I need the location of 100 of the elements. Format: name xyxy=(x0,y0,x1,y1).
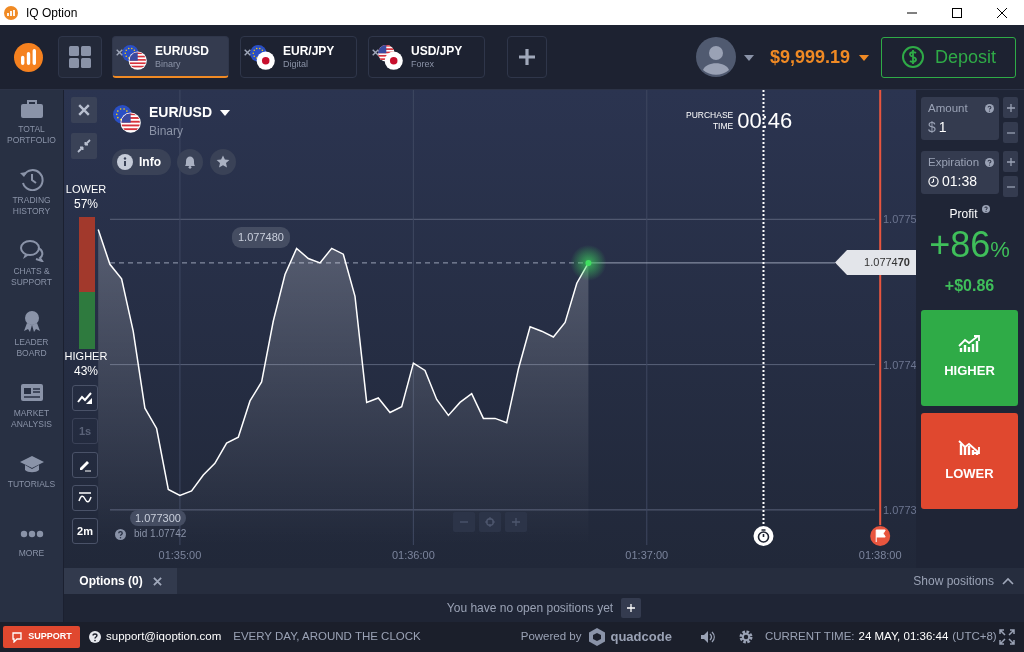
current-time-label: CURRENT TIME: xyxy=(764,629,855,645)
speaker-icon[interactable] xyxy=(699,630,716,644)
support-button[interactable]: SUPPORT xyxy=(3,626,80,648)
empty-positions-message: You have no open positions yet xyxy=(446,600,614,617)
plus-icon xyxy=(512,518,520,526)
currency-pair-icon xyxy=(249,44,275,70)
price-label: 1.077480 xyxy=(232,227,290,248)
axis-label: 1.0773 xyxy=(883,503,916,516)
higher-percent: 43% xyxy=(73,364,99,379)
close-icon xyxy=(152,576,162,586)
asset-type: Binary xyxy=(149,123,183,140)
deposit-button[interactable]: Deposit xyxy=(881,36,1016,78)
decrease-button[interactable] xyxy=(1003,122,1018,143)
deposit-icon xyxy=(901,45,925,69)
plus-icon xyxy=(627,604,636,612)
sidebar-item[interactable]: MORE xyxy=(18,548,45,559)
close-icon xyxy=(996,7,1007,18)
lower-percent: 57% xyxy=(73,197,99,212)
axis-label: 1.0774 xyxy=(883,358,916,371)
axis-label: 01:35:00 xyxy=(158,549,202,561)
decrease-button[interactable] xyxy=(1003,176,1018,197)
quadcode-logo-icon xyxy=(587,627,608,647)
grid-icon xyxy=(69,46,91,68)
options-tab[interactable]: Options (0) xyxy=(64,568,177,594)
lower-button[interactable]: LOWER xyxy=(921,413,1018,509)
bell-icon xyxy=(183,155,197,169)
bid-price: bid 1.07742 xyxy=(134,527,187,541)
maximize-icon xyxy=(951,7,962,18)
sidebar-item[interactable]: CHATS & SUPPORT xyxy=(11,266,52,288)
plus-icon xyxy=(519,49,535,65)
balance[interactable]: $9,999.19 xyxy=(769,43,850,71)
support-hours: EVERY DAY, AROUND THE CLOCK xyxy=(233,629,421,645)
help-icon xyxy=(981,205,990,213)
info-icon xyxy=(117,154,133,170)
higher-label: HIGHER xyxy=(64,349,108,364)
asset-type: Binary xyxy=(155,57,182,70)
current-time: 24 MAY, 01:36:44 xyxy=(858,629,949,645)
close-chart-button[interactable] xyxy=(71,97,97,123)
avatar-icon[interactable] xyxy=(695,37,736,77)
lower-label: LOWER xyxy=(64,182,108,197)
more-icon xyxy=(19,530,44,538)
higher-button[interactable]: HIGHER xyxy=(921,310,1018,406)
logo-icon[interactable] xyxy=(14,42,43,72)
indicators-button[interactable] xyxy=(72,485,98,511)
chart-type-button[interactable] xyxy=(72,385,98,411)
sidebar-item[interactable]: MARKET ANALYSIS xyxy=(11,408,52,430)
axis-label: 01:36:00 xyxy=(391,549,435,561)
current-price-dot xyxy=(570,244,607,281)
collapse-icon xyxy=(77,139,91,153)
timezone: (UTC+8) xyxy=(952,629,997,645)
asset-tab[interactable]: EUR/JPY Digital xyxy=(240,36,357,78)
powered-by-label: Powered by xyxy=(520,629,582,645)
help-icon xyxy=(89,631,101,644)
axis-label: 01:37:00 xyxy=(625,549,669,561)
current-price-label: 1.077470 xyxy=(835,250,916,275)
axis-label: 1.0775 xyxy=(883,213,916,226)
asset-tab[interactable]: USD/JPY Forex xyxy=(368,36,485,78)
currency-pair-icon xyxy=(112,104,141,133)
plus-icon xyxy=(1006,103,1015,112)
asset-pair: USD/JPY xyxy=(411,44,463,58)
falling-chart-icon xyxy=(957,438,982,457)
grid-button[interactable] xyxy=(58,36,102,78)
timeframe-button[interactable]: 2m xyxy=(72,518,98,544)
support-email-link[interactable]: support@iqoption.com xyxy=(106,628,222,646)
profit-percent: +86% xyxy=(928,223,1011,267)
settings-icon[interactable] xyxy=(737,629,754,645)
collapse-button[interactable] xyxy=(71,133,97,159)
asset-title[interactable]: EUR/USD xyxy=(149,102,212,123)
sidebar-item[interactable]: TUTORIALS xyxy=(7,479,56,490)
purchase-time-label: PURCHASE TIME xyxy=(686,109,734,132)
expiration-field[interactable]: Expiration 01:38 xyxy=(921,151,999,194)
line-chart-icon xyxy=(77,391,93,405)
asset-type: Forex xyxy=(411,58,435,70)
sidebar-item[interactable]: TOTAL PORTFOLIO xyxy=(7,124,56,146)
chat-icon xyxy=(17,238,46,262)
asset-type: Digital xyxy=(283,58,309,70)
profit-amount: +$0.86 xyxy=(943,276,996,296)
chevron-up-icon[interactable] xyxy=(1002,577,1014,585)
quote-price: 1.077300 xyxy=(130,510,186,526)
app-logo-icon xyxy=(4,5,18,20)
fullscreen-icon[interactable] xyxy=(999,629,1015,645)
increase-button[interactable] xyxy=(1003,151,1018,172)
caret-icon xyxy=(743,54,754,61)
rising-chart-icon xyxy=(957,335,982,354)
add-tab-button[interactable] xyxy=(507,36,547,78)
add-position-button[interactable] xyxy=(621,598,642,618)
sidebar-item[interactable]: TRADING HISTORY xyxy=(12,195,51,217)
amount-field[interactable]: Amount $ 1 xyxy=(921,97,999,140)
star-icon xyxy=(216,155,230,169)
help-icon xyxy=(115,529,126,541)
help-icon xyxy=(985,158,994,168)
show-positions-link[interactable]: Show positions xyxy=(913,572,994,590)
draw-button[interactable] xyxy=(72,452,98,478)
info-button[interactable]: Info xyxy=(112,149,171,175)
asset-tab[interactable]: EUR/USD Binary xyxy=(112,36,229,78)
sidebar-item[interactable]: LEADER BOARD xyxy=(14,337,49,359)
stopwatch-icon xyxy=(753,526,774,546)
asset-pair: EUR/USD xyxy=(155,43,209,58)
increase-button[interactable] xyxy=(1003,97,1018,118)
currency-pair-icon xyxy=(121,43,147,70)
